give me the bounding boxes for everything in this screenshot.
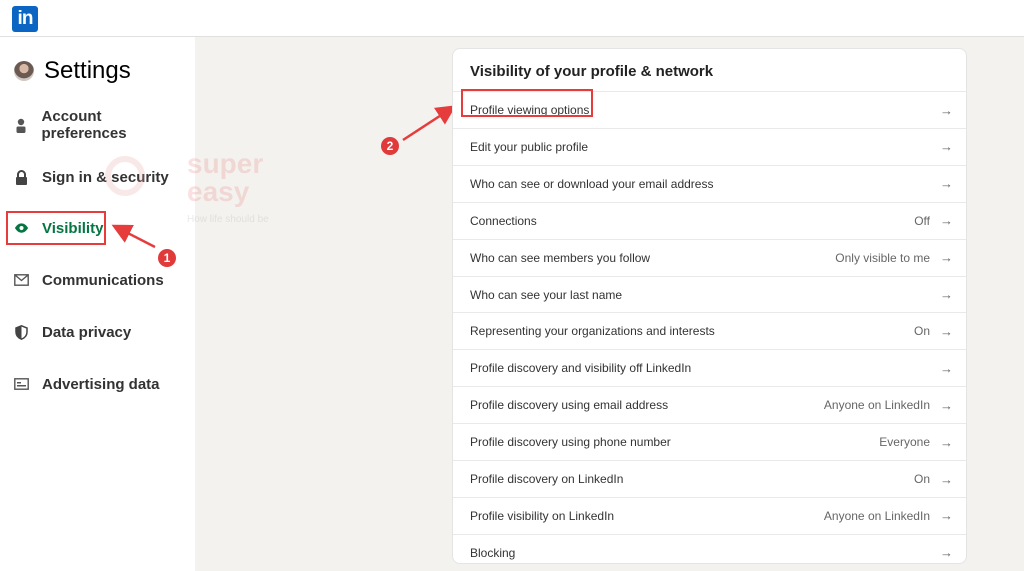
setting-row-label: Profile discovery using email address xyxy=(470,398,669,413)
setting-row-profile-discovery-using-email-address[interactable]: Profile discovery using email address Any… xyxy=(453,386,966,423)
arrow-right-icon: → xyxy=(940,508,953,524)
setting-row-representing-your-organizations-and-interests[interactable]: Representing your organizations and inte… xyxy=(453,312,966,349)
watermark-text: easy xyxy=(187,176,250,207)
arrow-right-icon: → xyxy=(940,213,953,229)
sidebar-item-label: Account preferences xyxy=(41,108,127,142)
sidebar-item-data-privacy[interactable]: Data privacy xyxy=(6,315,186,349)
setting-row-profile-visibility-on-linkedin[interactable]: Profile visibility on LinkedIn Anyone on … xyxy=(453,496,966,534)
sidebar-item-label: Communications xyxy=(42,271,164,289)
arrow-right-icon: → xyxy=(940,471,953,487)
sidebar-item-advertising-data[interactable]: Advertising data xyxy=(6,367,186,401)
arrow-right-icon: → xyxy=(940,360,953,376)
arrow-right-icon: → xyxy=(940,139,953,155)
setting-row-profile-discovery-on-linkedin[interactable]: Profile discovery on LinkedIn On → xyxy=(453,460,966,497)
setting-row-who-can-see-members-you-follow[interactable]: Who can see members you follow Only visib… xyxy=(453,238,966,276)
sidebar-item-label: Visibility xyxy=(42,219,104,237)
sidebar-item-visibility[interactable]: Visibility xyxy=(6,211,106,245)
setting-row-value: On xyxy=(913,324,930,339)
setting-row-blocking[interactable]: Blocking → xyxy=(453,533,966,563)
top-bar: in xyxy=(0,0,1024,37)
linkedin-logo[interactable]: in xyxy=(12,6,38,32)
sidebar-item-sign-in-security[interactable]: Sign in & security xyxy=(6,160,186,194)
arrow-right-icon: → xyxy=(940,250,953,266)
eye-icon xyxy=(14,221,29,236)
setting-row-value: On xyxy=(913,472,930,486)
setting-row-label: Connections xyxy=(470,213,537,228)
setting-row-who-can-see-or-download-your-email-address[interactable]: Who can see or download your email addre… xyxy=(453,164,966,202)
setting-row-label: Blocking xyxy=(470,545,516,560)
setting-row-value: Anyone on LinkedIn xyxy=(823,508,930,523)
lock-icon xyxy=(14,169,29,185)
shield-icon xyxy=(14,324,29,340)
sidebar-item-label: Sign in & security xyxy=(42,168,169,186)
setting-row-label: Who can see members you follow xyxy=(470,250,651,265)
sidebar-item-label: Data privacy xyxy=(42,323,132,341)
settings-header: Settings xyxy=(14,57,131,85)
setting-row-value: Anyone on LinkedIn xyxy=(823,398,930,413)
setting-row-label: Profile discovery and visibility off Lin… xyxy=(470,361,692,376)
page-title: Settings xyxy=(44,57,131,84)
setting-row-label: Profile discovery on LinkedIn xyxy=(470,472,624,486)
arrow-right-icon: → xyxy=(940,102,953,118)
setting-row-profile-discovery-and-visibility-off-linkedin[interactable]: Profile discovery and visibility off Lin… xyxy=(453,349,966,386)
sidebar-item-account-preferences[interactable]: Account preferences xyxy=(6,108,186,142)
arrow-right-icon: → xyxy=(940,176,953,192)
setting-row-label: Profile discovery using phone number xyxy=(470,435,671,450)
annotation-step-2: 2 xyxy=(381,137,399,155)
avatar[interactable] xyxy=(14,61,34,81)
setting-row-label: Representing your organizations and inte… xyxy=(470,324,715,339)
setting-row-connections[interactable]: Connections Off → xyxy=(453,201,966,239)
envelope-icon xyxy=(14,273,29,288)
setting-row-label: Edit your public profile xyxy=(470,139,589,154)
sidebar-item-communications[interactable]: Communications xyxy=(6,263,186,297)
highlight-box xyxy=(461,89,593,117)
setting-row-label: Who can see or download your email addre… xyxy=(470,176,714,191)
settings-sidebar: Settings Account preferences Sign in & s… xyxy=(0,37,195,571)
setting-row-value: Only visible to me xyxy=(835,250,930,265)
arrow-right-icon: → xyxy=(940,323,953,339)
setting-row-edit-your-public-profile[interactable]: Edit your public profile → xyxy=(453,127,966,165)
arrow-right-icon: → xyxy=(940,434,953,450)
setting-row-value: Everyone xyxy=(879,435,930,450)
setting-row-profile-discovery-using-phone-number[interactable]: Profile discovery using phone number Ever… xyxy=(453,423,966,460)
setting-row-label: Who can see your last name xyxy=(470,287,623,302)
person-icon xyxy=(14,118,29,133)
arrow-right-icon: → xyxy=(940,397,953,413)
watermark-tagline: How life should be xyxy=(187,214,269,225)
visibility-card: Visibility of your profile & network Pro… xyxy=(452,48,967,564)
arrow-right-icon: → xyxy=(940,545,953,561)
card-title: Visibility of your profile & network xyxy=(470,63,714,80)
setting-row-value: Off xyxy=(914,213,930,228)
annotation-step-1: 1 xyxy=(158,249,176,267)
setting-row-label: Profile visibility on LinkedIn xyxy=(470,508,615,523)
arrow-right-icon: → xyxy=(940,287,953,302)
annotation-arrow-2 xyxy=(402,105,457,142)
watermark-text: super xyxy=(187,148,264,179)
sidebar-item-label: Advertising data xyxy=(42,375,160,393)
setting-row-who-can-see-your-last-name[interactable]: Who can see your last name → xyxy=(453,275,966,313)
ad-icon xyxy=(14,377,29,392)
